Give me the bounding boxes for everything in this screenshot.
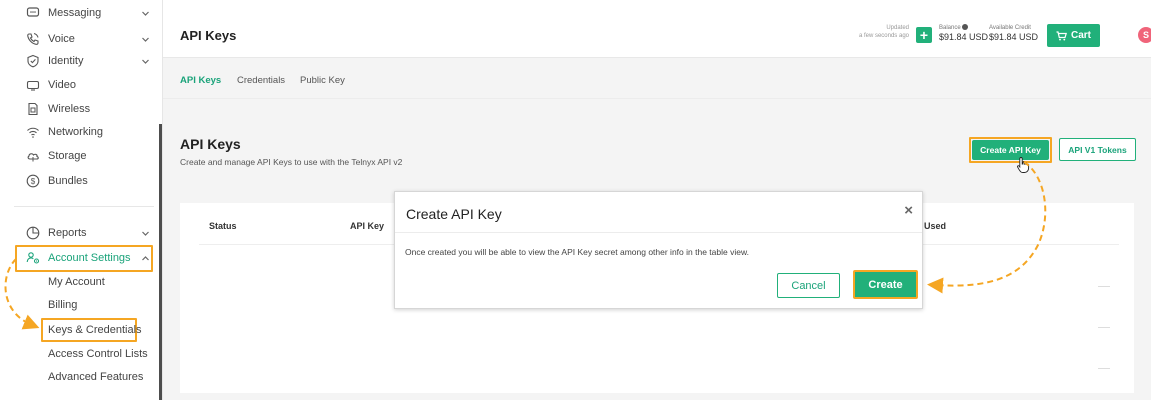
avatar[interactable]: S <box>1138 27 1151 43</box>
chevron-down-icon <box>142 231 149 236</box>
sidebar-item-label: Voice <box>48 33 75 45</box>
balance-label: Balance <box>939 25 961 31</box>
cloud-icon <box>27 153 39 162</box>
credit-display: Available Credit $91.84 USD <box>989 24 1038 43</box>
updated-status: Updated a few seconds ago <box>859 24 909 40</box>
tab-public-key[interactable]: Public Key <box>300 75 345 86</box>
sidebar: Messaging Voice Identity Video Wireless … <box>0 0 163 400</box>
shield-check-icon <box>27 54 39 68</box>
sidebar-subitem-access-control-lists[interactable]: Access Control Lists <box>48 348 148 360</box>
sidebar-item-storage[interactable]: Storage <box>0 145 158 167</box>
cart-button[interactable]: Cart <box>1047 24 1100 47</box>
sidebar-item-reports[interactable]: Reports <box>0 222 158 244</box>
sidebar-item-label: Video <box>48 79 76 91</box>
sidebar-scrollbar[interactable] <box>159 124 162 400</box>
tab-credentials[interactable]: Credentials <box>237 75 285 86</box>
table-row-placeholder <box>1098 286 1110 287</box>
sidebar-item-label: Storage <box>48 150 87 162</box>
create-api-key-button[interactable]: Create API Key <box>972 140 1049 160</box>
credit-label: Available Credit <box>989 25 1031 31</box>
sidebar-item-label: Reports <box>48 227 87 239</box>
table-row-placeholder <box>1098 368 1110 369</box>
sim-icon <box>28 102 38 116</box>
video-icon <box>26 80 40 91</box>
phone-icon <box>27 33 39 45</box>
sidebar-subitem-billing[interactable]: Billing <box>48 299 77 311</box>
section-heading: API Keys <box>180 136 241 152</box>
sidebar-item-label: Wireless <box>48 103 91 115</box>
api-v1-tokens-button[interactable]: API V1 Tokens <box>1059 138 1136 161</box>
wifi-icon <box>27 127 39 138</box>
add-funds-button[interactable]: + <box>916 27 932 43</box>
help-icon[interactable] <box>962 24 969 31</box>
sidebar-item-label: Messaging <box>48 7 102 19</box>
dialog-divider <box>395 232 922 233</box>
tab-api-keys[interactable]: API Keys <box>180 75 221 86</box>
cart-label: Cart <box>1070 30 1091 41</box>
credit-value: $91.84 USD <box>989 32 1039 42</box>
close-icon[interactable]: × <box>904 202 913 219</box>
sidebar-item-messaging[interactable]: Messaging <box>0 2 158 24</box>
sidebar-item-bundles[interactable]: $ Bundles <box>0 170 158 192</box>
cart-icon <box>1056 30 1067 40</box>
sidebar-item-label: Networking <box>48 126 104 138</box>
table-row-placeholder <box>1098 327 1110 328</box>
cancel-button[interactable]: Cancel <box>777 273 840 298</box>
page-title: API Keys <box>180 28 237 43</box>
chevron-up-icon <box>142 255 149 260</box>
column-header-used: Used <box>924 221 947 231</box>
column-header-status: Status <box>209 221 237 231</box>
dialog-message: Once created you will be able to view th… <box>405 247 749 257</box>
sidebar-subitem-keys-credentials[interactable]: Keys & Credentials <box>48 324 142 336</box>
chevron-down-icon <box>142 59 149 64</box>
chevron-down-icon <box>142 37 149 42</box>
sidebar-item-account-settings[interactable]: Account Settings <box>0 247 158 269</box>
section-subtitle: Create and manage API Keys to use with t… <box>180 157 403 167</box>
sidebar-item-label: Bundles <box>48 175 88 187</box>
pie-chart-icon <box>26 226 40 240</box>
chevron-down-icon <box>142 11 149 16</box>
sidebar-item-label: Account Settings <box>48 252 131 264</box>
message-icon <box>26 7 40 17</box>
dialog-title: Create API Key <box>406 206 502 222</box>
users-gear-icon <box>26 252 40 264</box>
hand-cursor-icon <box>1017 157 1030 173</box>
svg-text:$: $ <box>31 177 36 186</box>
sidebar-item-identity[interactable]: Identity <box>0 50 158 72</box>
sidebar-item-label: Identity <box>48 55 84 67</box>
dollar-circle-icon: $ <box>26 174 40 188</box>
balance-display: Balance $91.84 USD <box>939 24 988 43</box>
sidebar-item-networking[interactable]: Networking <box>0 121 158 143</box>
sidebar-item-voice[interactable]: Voice <box>0 28 158 50</box>
create-api-key-dialog: Create API Key × Once created you will b… <box>394 191 923 309</box>
sidebar-divider <box>14 206 154 207</box>
updated-label: Updated <box>886 25 909 31</box>
sidebar-item-video[interactable]: Video <box>0 74 158 96</box>
sidebar-item-wireless[interactable]: Wireless <box>0 98 158 120</box>
sidebar-subitem-advanced-features[interactable]: Advanced Features <box>48 371 143 383</box>
balance-value: $91.84 USD <box>939 32 989 42</box>
tab-bar: API Keys Credentials Public Key <box>163 58 1151 99</box>
updated-time: a few seconds ago <box>858 33 909 39</box>
top-header: API Keys Updated a few seconds ago + Bal… <box>163 6 1151 58</box>
create-button[interactable]: Create <box>853 270 918 299</box>
sidebar-subitem-my-account[interactable]: My Account <box>48 276 105 288</box>
column-header-api-key: API Key <box>350 221 385 231</box>
